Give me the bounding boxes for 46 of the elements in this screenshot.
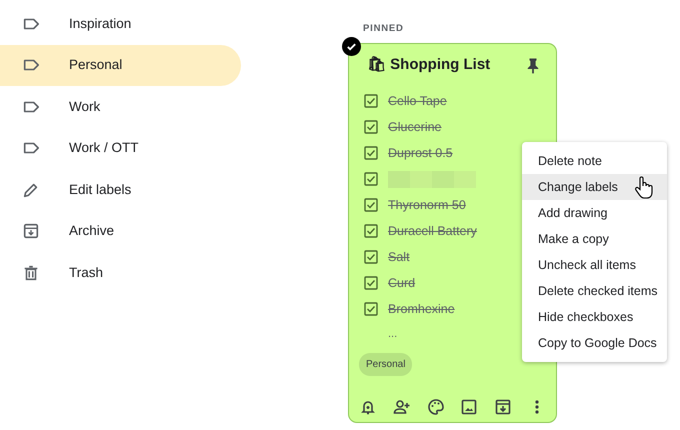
list-item-text: Glucerine: [388, 118, 442, 136]
list-item-text: Salt: [388, 248, 410, 266]
sidebar-item[interactable]: Work / OTT: [0, 128, 241, 169]
checkbox[interactable]: [364, 250, 378, 264]
list-item-text: Duracell Battery: [388, 222, 477, 240]
palette-icon[interactable]: [426, 398, 445, 416]
pencil-icon: [22, 180, 40, 199]
menu-item[interactable]: Copy to Google Docs: [522, 330, 667, 356]
sidebar-item[interactable]: Archive: [0, 210, 241, 252]
archive-icon[interactable]: [494, 398, 512, 416]
menu-item[interactable]: Delete note: [522, 148, 667, 174]
list-item-text: Cello Tape: [388, 92, 447, 110]
checkbox[interactable]: [364, 302, 378, 316]
menu-item[interactable]: Uncheck all items: [522, 252, 667, 278]
checkbox[interactable]: [364, 120, 378, 134]
select-check-icon[interactable]: [342, 37, 361, 56]
checkbox[interactable]: [364, 146, 378, 160]
menu-item[interactable]: Change labels: [522, 174, 667, 200]
note-title: 🛍 Shopping List: [367, 55, 490, 75]
menu-item[interactable]: Delete checked items: [522, 278, 667, 304]
checkbox[interactable]: [364, 172, 378, 186]
label-chip[interactable]: Personal: [359, 353, 412, 376]
list-item-text: Duprost 0.5: [388, 144, 453, 162]
sidebar-item[interactable]: Inspiration: [0, 3, 241, 44]
add-person-icon[interactable]: [392, 398, 411, 416]
sidebar-item[interactable]: Trash: [0, 252, 241, 294]
image-icon[interactable]: [460, 398, 478, 416]
pin-icon[interactable]: [526, 56, 540, 74]
menu-item[interactable]: Make a copy: [522, 226, 667, 252]
sidebar-item[interactable]: Personal: [0, 44, 241, 86]
checkbox[interactable]: [364, 94, 378, 108]
checkbox[interactable]: [364, 276, 378, 290]
menu-item[interactable]: Hide checkboxes: [522, 304, 667, 330]
checkbox[interactable]: [364, 224, 378, 238]
list-item-text: Curd: [388, 274, 416, 292]
hand-cursor-icon: [634, 176, 654, 200]
sidebar-item[interactable]: Work: [0, 86, 241, 128]
list-item-text: Thyronorm 50: [388, 196, 466, 214]
reminder-bell-icon[interactable]: [359, 398, 377, 416]
section-heading: PINNED: [363, 22, 405, 36]
sidebar-item[interactable]: Edit labels: [0, 169, 241, 210]
checkbox[interactable]: [364, 198, 378, 212]
trash-icon: [22, 264, 40, 282]
list-item-text: Bromhexine: [388, 300, 455, 318]
menu-item[interactable]: Add drawing: [522, 200, 667, 226]
archive-icon: [22, 222, 40, 240]
